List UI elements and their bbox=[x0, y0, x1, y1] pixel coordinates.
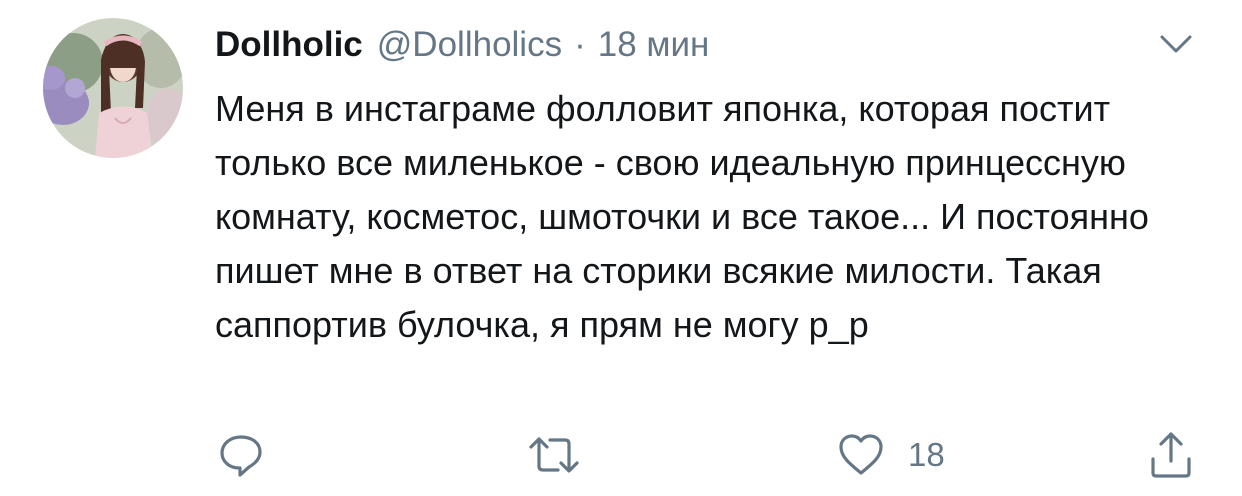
heart-icon bbox=[839, 434, 883, 475]
tweet-text: Меня в инстаграме фолловит японка, котор… bbox=[215, 88, 1149, 345]
avatar[interactable] bbox=[43, 18, 183, 158]
like-count: 18 bbox=[908, 436, 945, 473]
like-button[interactable]: 18 bbox=[838, 430, 945, 480]
tweet-header: Dollholic @Dollholics · 18 мин bbox=[215, 22, 709, 68]
share-icon bbox=[1151, 432, 1191, 478]
separator-dot: · bbox=[574, 25, 586, 64]
tweet[interactable]: Dollholic @Dollholics · 18 мин Меня в ин… bbox=[0, 0, 1242, 496]
display-name[interactable]: Dollholic bbox=[215, 25, 363, 65]
timestamp[interactable]: 18 мин bbox=[598, 25, 710, 65]
share-button[interactable] bbox=[1148, 430, 1194, 480]
reply-icon bbox=[220, 435, 262, 477]
user-handle[interactable]: @Dollholics bbox=[377, 25, 562, 65]
avatar-photo bbox=[43, 18, 183, 158]
chevron-down-icon bbox=[1160, 35, 1192, 53]
retweet-button[interactable] bbox=[528, 430, 580, 480]
retweet-icon bbox=[529, 437, 579, 473]
tweet-menu-button[interactable] bbox=[1158, 32, 1194, 56]
reply-button[interactable] bbox=[218, 430, 264, 480]
